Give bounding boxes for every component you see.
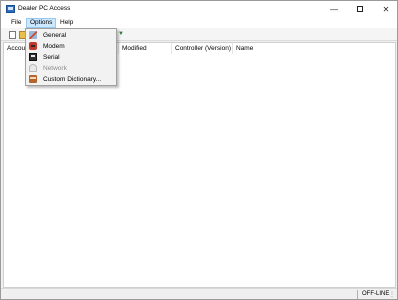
menu-help[interactable]: Help <box>57 18 76 28</box>
menu-bar: File Options Help <box>1 17 397 28</box>
menu-item-network: Network <box>27 63 115 74</box>
maximize-icon <box>357 6 363 12</box>
column-header-controller-version[interactable]: Controller (Version) <box>172 43 233 54</box>
new-document-icon[interactable] <box>9 31 16 39</box>
title-bar: Dealer PC Access — ✕ <box>1 1 397 17</box>
status-bar: OFF-LINE ⋮ <box>1 288 397 299</box>
status-separator <box>357 290 358 299</box>
minimize-button[interactable]: — <box>321 1 347 17</box>
window-title: Dealer PC Access <box>18 5 71 12</box>
menu-item-label: General <box>43 32 67 39</box>
resize-grip-icon[interactable]: ⋮ <box>389 291 395 298</box>
wrench-icon <box>29 31 37 39</box>
menu-item-custom-dictionary[interactable]: Custom Dictionary... <box>27 74 115 85</box>
column-header-name[interactable]: Name <box>233 43 293 54</box>
network-icon <box>29 64 37 72</box>
maximize-button[interactable] <box>347 1 373 17</box>
modem-icon <box>29 42 37 50</box>
menu-item-general[interactable]: General <box>27 30 115 41</box>
menu-options[interactable]: Options <box>26 18 57 28</box>
menu-item-label: Serial <box>43 54 60 61</box>
close-button[interactable]: ✕ <box>373 1 398 17</box>
options-dropdown-menu: General Modem Serial Network Custom Dict… <box>25 28 117 86</box>
menu-item-label: Custom Dictionary... <box>43 76 102 83</box>
connection-status: OFF-LINE <box>362 291 390 297</box>
app-window: Dealer PC Access — ✕ File Options Help ▼… <box>0 0 398 300</box>
menu-item-modem[interactable]: Modem <box>27 41 115 52</box>
dropdown-arrow-icon[interactable]: ▼ <box>118 31 124 37</box>
menu-item-serial[interactable]: Serial <box>27 52 115 63</box>
serial-port-icon <box>29 53 37 61</box>
dictionary-icon <box>29 75 37 83</box>
menu-item-label: Network <box>43 65 67 72</box>
app-icon <box>6 5 15 13</box>
column-header-modified[interactable]: Modified <box>119 43 172 54</box>
menu-item-label: Modem <box>43 43 65 50</box>
menu-file[interactable]: File <box>8 18 24 28</box>
